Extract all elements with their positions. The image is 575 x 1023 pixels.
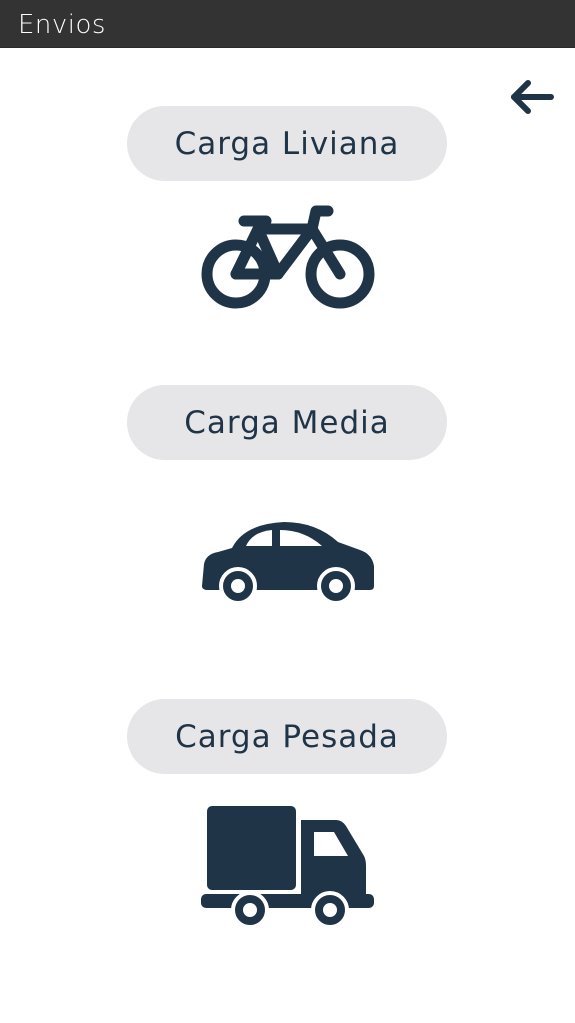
carga-liviana-button[interactable]: Carga Liviana [127,106,447,181]
carga-media-label: Carga Media [184,404,390,441]
bicycle-icon[interactable] [200,205,376,309]
car-icon[interactable] [200,520,376,604]
truck-icon[interactable] [200,804,376,928]
page-title: Envios [18,10,106,40]
carga-media-button[interactable]: Carga Media [127,385,447,460]
carga-pesada-button[interactable]: Carga Pesada [127,699,447,774]
carga-liviana-label: Carga Liviana [174,125,400,162]
arrow-left-icon [511,80,554,114]
carga-pesada-label: Carga Pesada [175,718,399,755]
back-button[interactable] [505,76,557,118]
app-bar: Envios [0,0,575,48]
